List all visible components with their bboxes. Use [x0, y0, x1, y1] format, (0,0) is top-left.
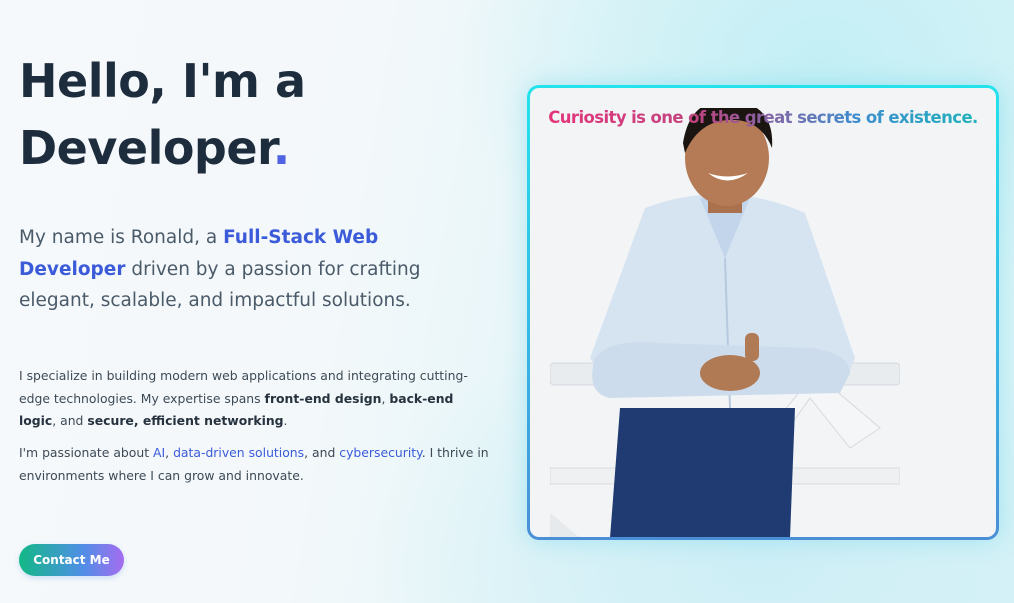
profile-photo — [550, 108, 900, 537]
contact-button[interactable]: Contact Me — [19, 544, 124, 576]
hero-line-1: Hello, I'm a — [19, 54, 306, 108]
quote-text: Curiosity is one of the great secrets of… — [530, 108, 996, 127]
hero-line-2: Developer — [19, 121, 273, 175]
skills-period: . — [283, 413, 288, 428]
profile-card: Curiosity is one of the great secrets of… — [530, 88, 996, 537]
skills-separator: , and — [52, 413, 88, 428]
skills-paragraph: I specialize in building modern web appl… — [19, 365, 489, 433]
data-driven-link[interactable]: data-driven solutions — [173, 445, 304, 460]
passion-separator: , and — [304, 445, 340, 460]
passion-paragraph: I'm passionate about AI, data-driven sol… — [19, 442, 489, 487]
passion-text: I'm passionate about — [19, 445, 154, 460]
cybersecurity-link[interactable]: cybersecurity — [339, 445, 421, 460]
intro-text: My name is Ronald, a Full-Stack Web Deve… — [19, 222, 489, 317]
trousers — [610, 408, 795, 537]
skill-networking: secure, efficient networking — [87, 413, 284, 428]
hero-accent-dot: . — [272, 121, 290, 175]
railing-corner — [550, 513, 579, 537]
profile-frame: Curiosity is one of the great secrets of… — [527, 85, 999, 540]
intro-prefix: My name is Ronald, a — [19, 227, 224, 248]
passion-separator: , — [165, 445, 174, 460]
skill-frontend: front-end design — [264, 390, 382, 406]
ai-link[interactable]: AI — [153, 445, 165, 460]
thumbs-up — [745, 333, 759, 361]
hero-title: Hello, I'm a Developer. — [19, 48, 306, 182]
